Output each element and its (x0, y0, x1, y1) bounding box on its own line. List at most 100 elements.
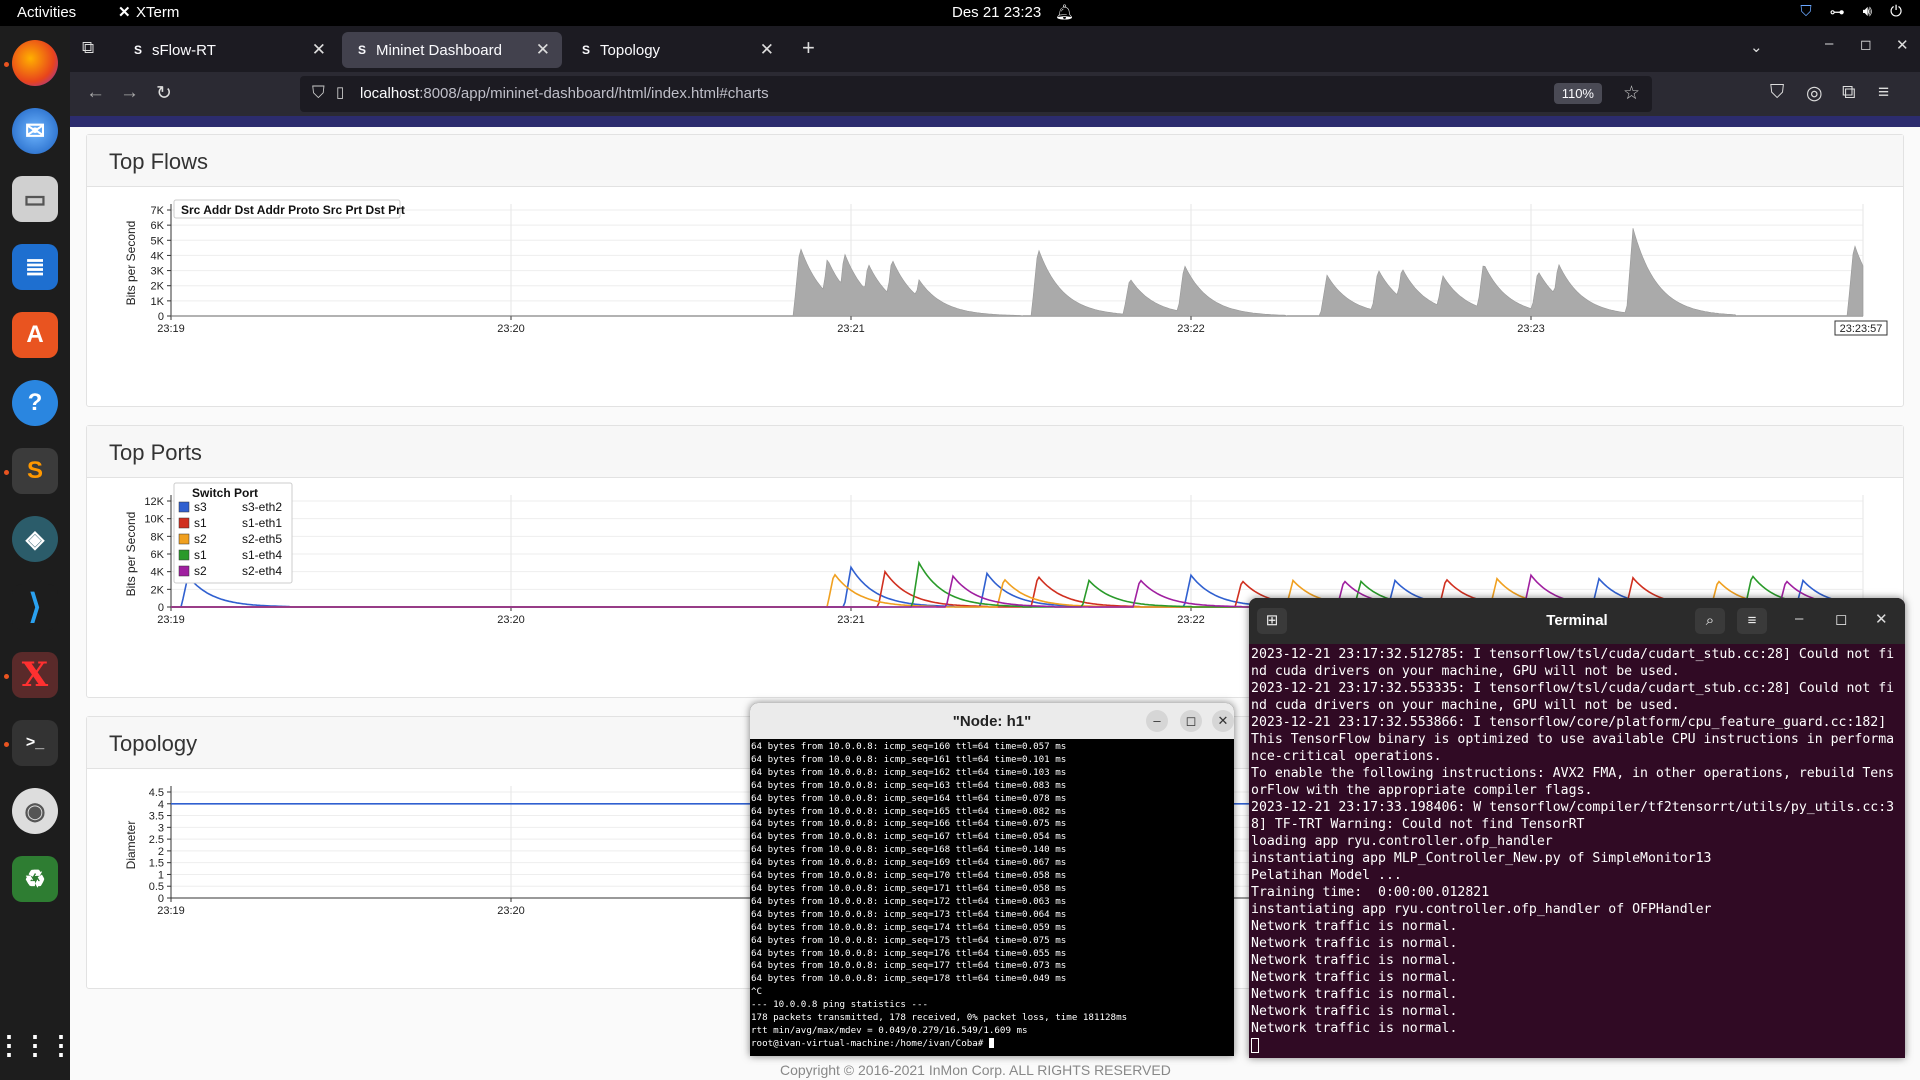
sflow-favicon-icon: S (582, 43, 591, 57)
trash-icon[interactable]: ♻ (12, 856, 58, 902)
bookmark-star-icon[interactable]: ☆ (1623, 82, 1640, 105)
terminal-output[interactable]: 2023-12-21 23:17:32.512785: I tensorflow… (1251, 646, 1901, 1054)
writer-icon[interactable]: ≣ (12, 244, 58, 290)
close-tab-icon[interactable]: ✕ (760, 40, 774, 60)
tab-topology[interactable]: S Topology ✕ (566, 32, 786, 68)
y-tick-label: 0 (158, 602, 164, 614)
y-tick-label: 3.5 (149, 811, 164, 823)
terminal-line: Training time: 0:00:00.012821 (1251, 885, 1490, 900)
terminal-header: ⊞ Terminal ⌕ ≡ – ◻ ✕ (1249, 598, 1905, 644)
legend-swatch (178, 501, 190, 513)
x-tick-label: 23:19 (157, 905, 185, 917)
maximize-icon[interactable]: ◻ (1860, 36, 1872, 53)
pocket-icon[interactable]: ⛉ (1770, 82, 1784, 104)
menu-icon[interactable]: ≡ (1878, 82, 1889, 104)
notification-bell-icon: 🔔︎ (1055, 4, 1075, 21)
disc-icon[interactable]: ◉ (12, 788, 58, 834)
page-info-icon[interactable]: ▯ (336, 83, 344, 101)
xterm-line: root@ivan-virtual-machine:/home/ivan/Cob… (751, 1038, 1231, 1051)
y-tick-label: 6K (151, 220, 165, 232)
y-tick-label: 2.5 (149, 834, 164, 846)
account-icon[interactable]: ◎ (1806, 82, 1823, 105)
close-icon[interactable]: ✕ (1212, 710, 1234, 732)
reload-icon[interactable]: ↻ (156, 82, 172, 105)
minimize-icon[interactable]: – (1795, 610, 1803, 627)
forward-icon[interactable]: → (120, 82, 139, 104)
close-window-icon[interactable]: ✕ (1896, 36, 1909, 54)
xterm-line: 64 bytes from 10.0.0.8: icmp_seq=167 ttl… (751, 831, 1067, 843)
terminal-line: 2023-12-21 23:17:32.553335: I tensorflow… (1251, 681, 1895, 713)
url-text[interactable]: localhost:8008/app/mininet-dashboard/htm… (360, 85, 769, 102)
xterm-output[interactable]: 64 bytes from 10.0.0.8: icmp_seq=160 ttl… (751, 741, 1231, 1051)
app-grid-icon[interactable]: ⋮⋮⋮ (0, 1022, 74, 1068)
x-tick-label: 23:20 (497, 614, 525, 626)
y-tick-label: 1.5 (149, 858, 164, 870)
running-indicator (4, 674, 9, 679)
close-tab-icon[interactable]: ✕ (536, 40, 550, 60)
xterm-line: 64 bytes from 10.0.0.8: icmp_seq=166 ttl… (751, 818, 1067, 830)
y-tick-label: 0 (158, 311, 164, 323)
terminal-line: Network traffic is normal. (1251, 953, 1458, 968)
maximize-icon[interactable]: ◻ (1835, 610, 1847, 628)
terminal-icon[interactable]: >_ (12, 720, 58, 766)
terminal-line: Pelatihan Model ... (1251, 868, 1402, 883)
url-bar[interactable]: ⛉ ▯ localhost:8008/app/mininet-dashboard… (300, 76, 1652, 112)
x-tick-label: 23:22 (1177, 323, 1205, 335)
running-indicator (4, 742, 9, 747)
ipfs-icon[interactable]: ◈ (12, 516, 58, 562)
flow-area-series (171, 228, 1864, 317)
tracking-protection-icon[interactable]: ⛉ (312, 83, 325, 103)
menu-icon[interactable]: ≡ (1737, 608, 1767, 634)
legend-switch-name: s2 (194, 532, 207, 546)
xterm-line: ^C (751, 986, 763, 998)
thunderbird-icon[interactable]: ✉ (12, 108, 58, 154)
x-end-label: 23:23:57 (1840, 323, 1883, 335)
xterm-line: 64 bytes from 10.0.0.8: icmp_seq=178 ttl… (751, 973, 1067, 985)
clock[interactable]: Des 21 23:23 (952, 4, 1041, 21)
xterm-node-h1-window[interactable]: "Node: h1" – ◻ ✕ 64 bytes from 10.0.0.8:… (750, 703, 1234, 1056)
xterm-app-icon: ✕ (118, 4, 131, 21)
y-tick-label: 5K (151, 235, 165, 247)
y-tick-label: 4 (158, 799, 164, 811)
sublime-icon[interactable]: S (12, 448, 58, 494)
xterm-line: 64 bytes from 10.0.0.8: icmp_seq=174 ttl… (751, 921, 1067, 933)
new-tab-icon[interactable]: + (802, 35, 815, 61)
activities-button[interactable]: Activities (17, 4, 76, 21)
terminal-line: 2023-12-21 23:17:32.512785: I tensorflow… (1251, 647, 1895, 679)
legend-switch-name: s3 (194, 500, 207, 514)
back-icon[interactable]: ← (86, 82, 105, 104)
search-icon[interactable]: ⌕ (1695, 608, 1725, 634)
top-flows-panel: Top Flows 0 1K 2K 3K 4K 5K 6K 7K 23:19 23:20 23:21… (86, 134, 1904, 407)
legend-swatch (178, 533, 190, 545)
xterm-line: 64 bytes from 10.0.0.8: icmp_seq=165 ttl… (751, 805, 1067, 817)
minimize-icon[interactable]: – (1146, 710, 1168, 732)
sflow-favicon-icon: S (358, 43, 367, 57)
extensions-icon[interactable]: ⧉ (1842, 82, 1856, 104)
maximize-icon[interactable]: ◻ (1180, 710, 1202, 732)
legend-port-name: s1-eth1 (242, 516, 282, 530)
xterm-icon[interactable]: X (12, 652, 58, 698)
zoom-level-badge[interactable]: 110% (1553, 83, 1602, 104)
xterm-line: 64 bytes from 10.0.0.8: icmp_seq=172 ttl… (751, 895, 1067, 907)
xterm-line: 64 bytes from 10.0.0.8: icmp_seq=169 ttl… (751, 857, 1067, 869)
help-icon[interactable]: ? (12, 380, 58, 426)
tab-mininet-dashboard[interactable]: S Mininet Dashboard ✕ (342, 32, 562, 68)
close-icon[interactable]: ✕ (1875, 610, 1888, 628)
vscode-icon[interactable]: ⟩ (12, 584, 58, 630)
y-tick-label: 12K (144, 496, 164, 508)
network-icon: ⊶ (1829, 4, 1845, 21)
app-center-icon[interactable]: A (12, 312, 58, 358)
system-tray[interactable]: ⛉ ⊶ 🔊︎ ⏻ (1800, 3, 1902, 21)
minimize-icon[interactable]: – (1825, 35, 1833, 52)
close-tab-icon[interactable]: ✕ (312, 40, 326, 60)
firefox-icon[interactable] (12, 40, 58, 86)
tab-label: Mininet Dashboard (376, 41, 502, 59)
terminal-line: Network traffic is normal. (1251, 1004, 1458, 1019)
list-all-tabs-icon[interactable]: ⌄ (1750, 38, 1763, 56)
tab-sflow-rt[interactable]: S sFlow-RT ✕ (118, 32, 338, 68)
y-tick-label: 0 (158, 893, 164, 905)
y-tick-label: 2K (151, 281, 165, 293)
terminal-window[interactable]: ⊞ Terminal ⌕ ≡ – ◻ ✕ 2023-12-21 23:17:32… (1249, 598, 1905, 1058)
files-icon[interactable]: ▭ (12, 176, 58, 222)
tab-list-icon[interactable]: ⧉ (82, 38, 94, 58)
